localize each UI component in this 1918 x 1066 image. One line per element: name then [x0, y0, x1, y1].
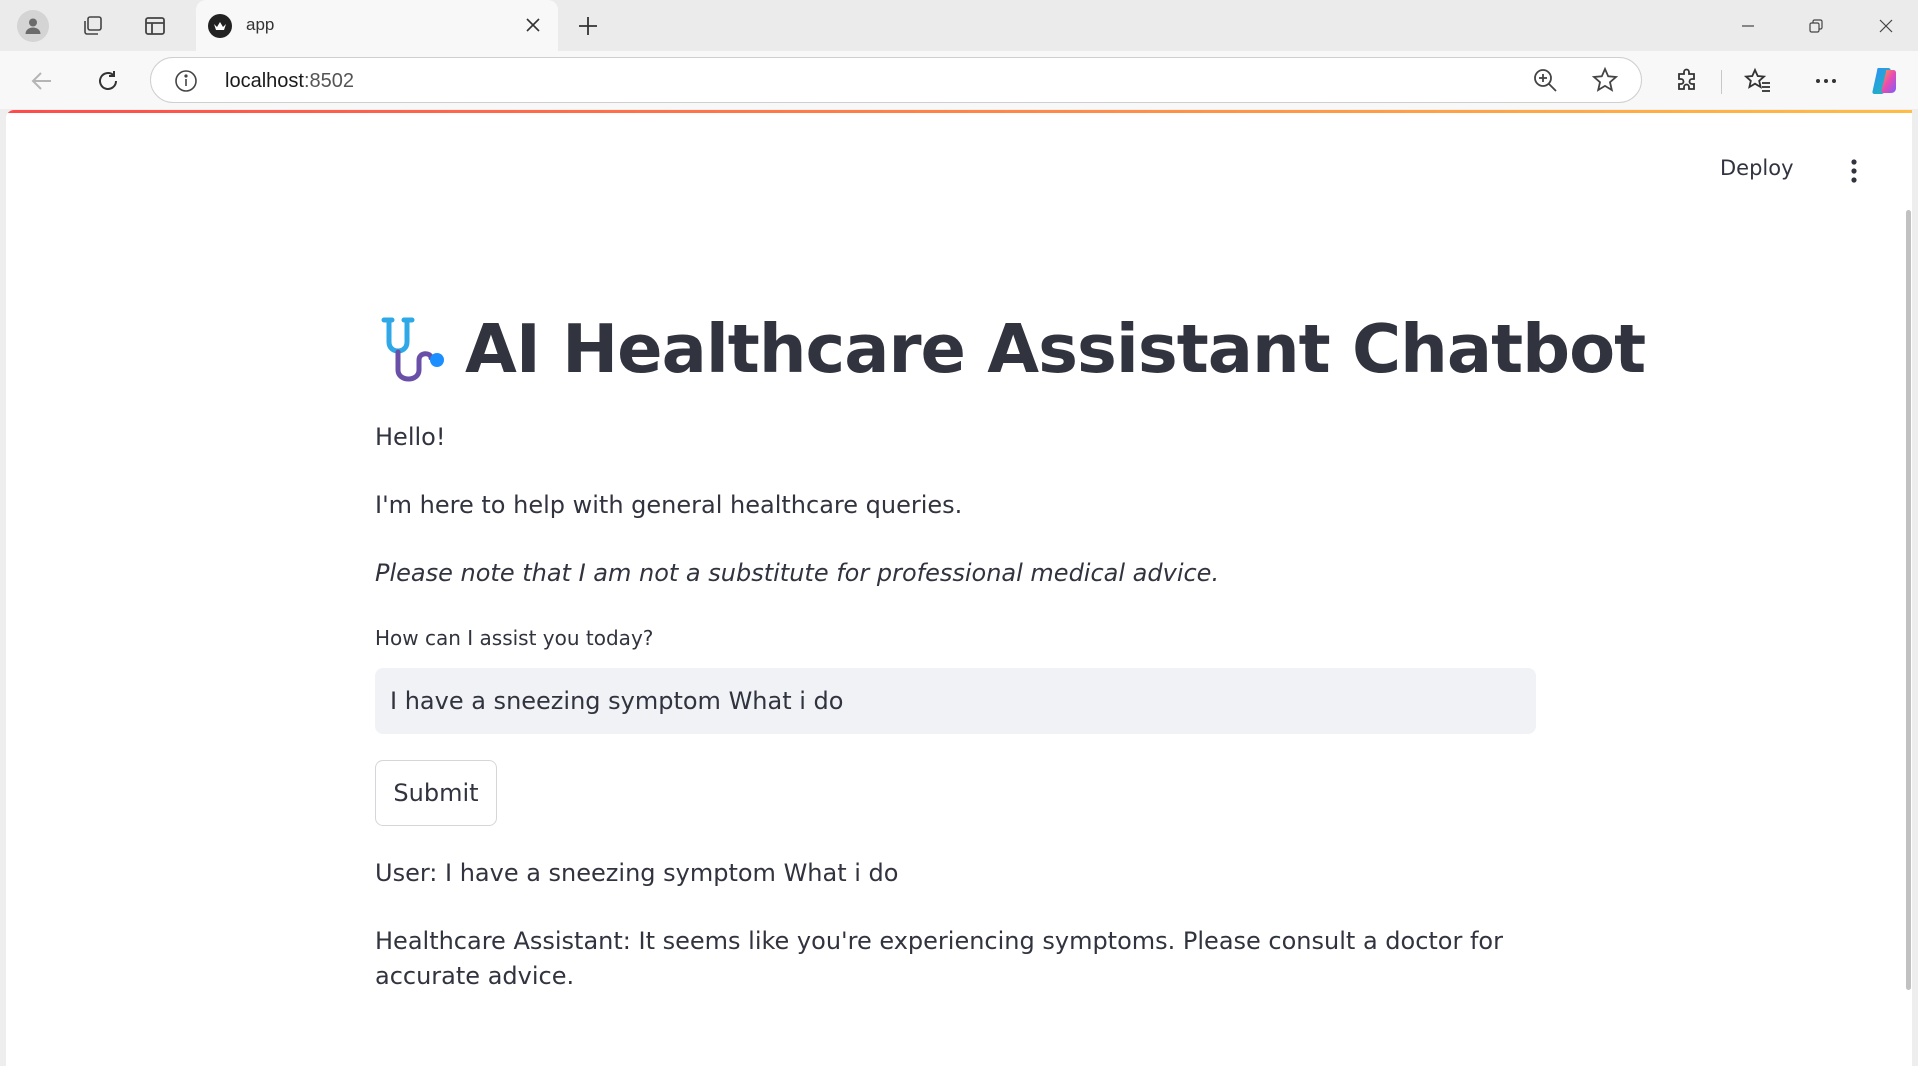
- toolbar-separator: [1721, 70, 1722, 94]
- back-icon: [31, 72, 51, 90]
- more-button[interactable]: [1806, 61, 1846, 101]
- new-tab-button[interactable]: [570, 8, 606, 44]
- url-text[interactable]: localhost:8502: [225, 70, 354, 93]
- browser-tab-strip: app: [0, 0, 1918, 51]
- favorites-icon: [1744, 67, 1770, 92]
- extensions-button[interactable]: [1667, 61, 1707, 101]
- page-scrollbar[interactable]: [1906, 210, 1911, 990]
- copilot-icon: [1872, 68, 1896, 94]
- vertical-tabs-icon: [145, 17, 165, 35]
- minimize-button[interactable]: [1720, 6, 1776, 46]
- header-decoration: [6, 110, 1912, 113]
- reload-button[interactable]: [88, 61, 128, 101]
- address-bar[interactable]: localhost:8502: [150, 57, 1642, 103]
- favorite-star-icon[interactable]: [1591, 66, 1619, 99]
- close-icon: [1879, 19, 1893, 33]
- tab-title: app: [246, 15, 275, 34]
- back-button[interactable]: [22, 61, 62, 101]
- restore-button[interactable]: [1788, 6, 1844, 46]
- page-title: AI Healthcare Assistant Chatbot: [465, 310, 1646, 388]
- assistant-message: Healthcare Assistant: It seems like you'…: [375, 927, 1503, 990]
- disclaimer-text: Please note that I am not a substitute f…: [375, 559, 1220, 587]
- profile-icon: [17, 10, 49, 42]
- extensions-icon: [1678, 68, 1695, 90]
- main-menu-button[interactable]: [1839, 156, 1869, 186]
- close-icon: [526, 18, 540, 32]
- url-host: localhost: [225, 70, 304, 92]
- profile-button[interactable]: [15, 8, 51, 44]
- streamlit-page: Deploy AI Healthcare Assistant Chatbot H…: [6, 110, 1912, 1066]
- greeting-text: Hello!: [375, 423, 446, 451]
- intro-text: I'm here to help with general healthcare…: [375, 491, 963, 519]
- workspaces-button[interactable]: [75, 8, 111, 44]
- minimize-icon: [1742, 25, 1754, 27]
- user-message: User: I have a sneezing symptom What i d…: [375, 859, 899, 887]
- new-tab-icon: [579, 17, 597, 35]
- submit-button[interactable]: Submit: [375, 760, 497, 826]
- vertical-tabs-button[interactable]: [137, 8, 173, 44]
- stethoscope-icon: [381, 317, 444, 382]
- kebab-menu-icon: [1851, 159, 1857, 183]
- zoom-icon[interactable]: [1531, 66, 1559, 99]
- query-input-label: How can I assist you today?: [375, 626, 654, 650]
- favorites-button[interactable]: [1738, 61, 1778, 101]
- restore-icon: [1809, 19, 1823, 33]
- more-icon: [1816, 79, 1836, 83]
- deploy-button[interactable]: Deploy: [1720, 156, 1794, 180]
- copilot-button[interactable]: [1866, 61, 1906, 101]
- workspaces-icon: [84, 16, 102, 35]
- window-close-button[interactable]: [1858, 6, 1914, 46]
- url-port: :8502: [303, 70, 354, 92]
- streamlit-favicon: [208, 14, 232, 38]
- page-title-row: AI Healthcare Assistant Chatbot: [375, 308, 1646, 390]
- query-input[interactable]: [375, 668, 1536, 734]
- reload-icon: [99, 71, 117, 90]
- active-tab[interactable]: app: [196, 0, 558, 51]
- info-icon[interactable]: [173, 68, 199, 99]
- browser-toolbar: localhost:8502: [0, 51, 1918, 109]
- tab-close-button[interactable]: [520, 12, 546, 38]
